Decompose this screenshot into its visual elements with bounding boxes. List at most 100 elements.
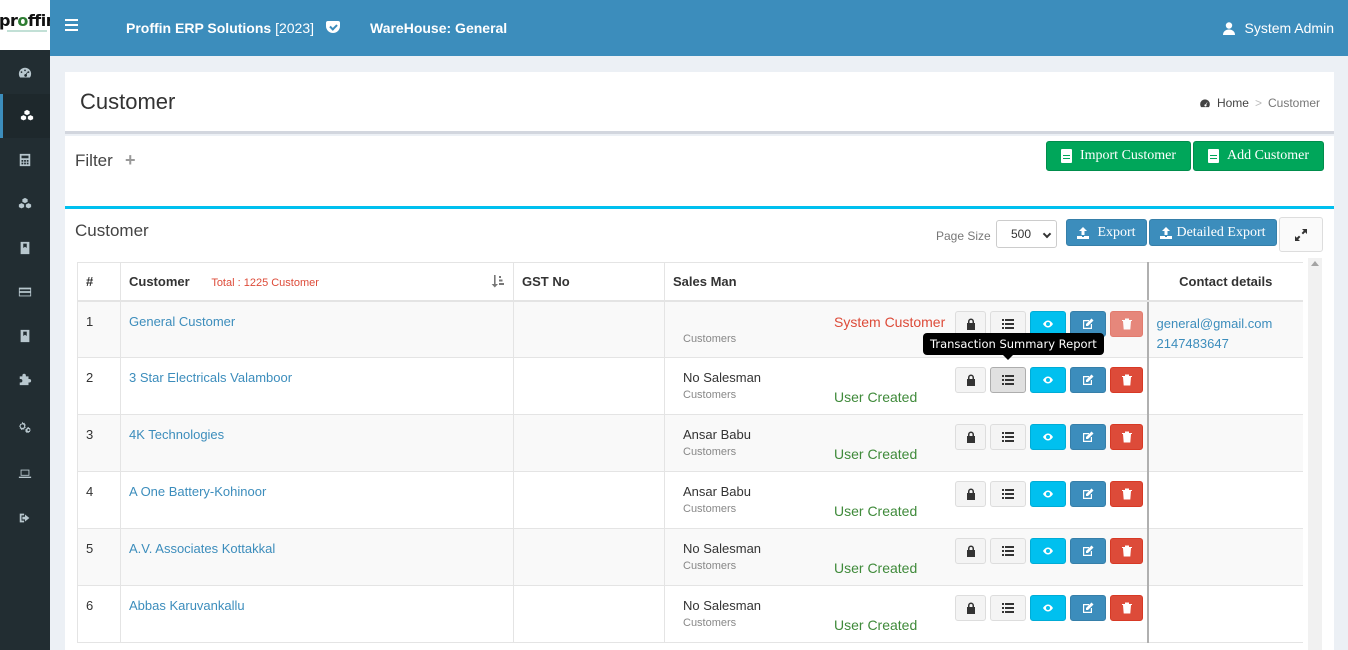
book-icon[interactable] (0, 226, 50, 270)
customer-name-link[interactable]: A.V. Associates Kottakkal (129, 541, 275, 556)
expand-icon (1295, 228, 1307, 241)
view-button[interactable] (1030, 367, 1066, 393)
view-button[interactable] (1030, 595, 1066, 621)
gst-cell (513, 585, 665, 643)
transaction-summary-button[interactable] (990, 424, 1026, 450)
upload-icon (1077, 226, 1090, 239)
filter-label[interactable]: Filter (75, 151, 113, 171)
puzzle-icon[interactable] (0, 357, 50, 401)
status-badge: User Created (834, 389, 918, 405)
row-num: 5 (77, 528, 121, 586)
contact-cell (1146, 357, 1303, 415)
tooltip: Transaction Summary Report (923, 333, 1104, 360)
top-navbar: Proffin ERP Solutions [2023] WareHouse: … (50, 0, 1348, 56)
cogs-icon[interactable] (0, 405, 50, 449)
transaction-summary-button[interactable] (990, 481, 1026, 507)
warehouse-dropdown-icon[interactable] (326, 21, 340, 33)
edit-button[interactable] (1070, 538, 1106, 564)
customer-name-link[interactable]: 4K Technologies (129, 427, 224, 442)
salesman-cell: No Salesman Customers User Created (664, 528, 1148, 586)
total-count: Total : 1225 Customer (211, 277, 319, 289)
header-customer[interactable]: Customer Total : 1225 Customer (120, 262, 514, 302)
logo-text: proffin (0, 11, 50, 30)
contact-cell (1146, 528, 1303, 586)
lock-icon (965, 431, 977, 443)
table-row: 6 Abbas Karuvankallu No Salesman Customers U… (77, 585, 1303, 643)
cubes-icon[interactable] (0, 94, 50, 138)
table-scrollbar[interactable] (1308, 258, 1322, 650)
credit-card-icon[interactable] (0, 270, 50, 314)
header-gst: GST No (513, 262, 665, 302)
status-badge: System Customer (834, 313, 946, 330)
row-actions (955, 481, 1143, 507)
delete-button[interactable] (1110, 595, 1143, 621)
gst-cell (513, 300, 665, 358)
view-button[interactable] (1030, 424, 1066, 450)
user-menu[interactable]: System Admin (1222, 20, 1334, 36)
sidebar: proffin (0, 0, 50, 650)
customer-name-link[interactable]: Abbas Karuvankallu (129, 598, 245, 613)
import-customer-button[interactable]: Import Customer (1046, 141, 1191, 171)
add-customer-button[interactable]: Add Customer (1193, 141, 1324, 171)
panel-title: Customer (75, 221, 149, 240)
customer-name-cell: 3 Star Electricals Valamboor (120, 357, 514, 415)
export-button[interactable]: Export (1066, 219, 1147, 246)
trash-icon (1121, 545, 1133, 557)
eye-icon (1042, 318, 1054, 330)
edit-button[interactable] (1070, 481, 1106, 507)
delete-button[interactable] (1110, 538, 1143, 564)
edit-button[interactable] (1070, 424, 1106, 450)
customer-name-link[interactable]: General Customer (129, 314, 235, 329)
lock-button[interactable] (955, 367, 986, 393)
user-name: System Admin (1244, 20, 1334, 36)
view-button[interactable] (1030, 481, 1066, 507)
menu-toggle-icon[interactable] (65, 19, 78, 31)
sign-out-icon[interactable] (0, 496, 50, 540)
gst-cell (513, 471, 665, 529)
delete-button[interactable] (1110, 481, 1143, 507)
transaction-summary-button[interactable] (990, 538, 1026, 564)
edit-icon (1082, 545, 1094, 557)
list-icon (1002, 602, 1014, 614)
status-badge: User Created (834, 560, 918, 576)
edit-icon (1082, 374, 1094, 386)
app-title: Proffin ERP Solutions [2023] (126, 20, 315, 36)
delete-button[interactable] (1110, 367, 1143, 393)
list-icon (1002, 374, 1014, 386)
delete-button[interactable] (1110, 310, 1143, 337)
scroll-up-icon[interactable] (1311, 261, 1319, 266)
laptop-icon[interactable] (0, 452, 50, 496)
lock-button[interactable] (955, 538, 986, 564)
cubes-icon[interactable] (0, 182, 50, 226)
list-icon (1002, 488, 1014, 500)
lock-button[interactable] (955, 595, 986, 621)
table-row: 2 3 Star Electricals Valamboor No Salesman… (77, 357, 1303, 415)
dashboard-icon[interactable] (0, 51, 50, 95)
lock-button[interactable] (955, 424, 986, 450)
row-num: 6 (77, 585, 121, 643)
transaction-summary-button[interactable] (990, 367, 1026, 393)
trash-icon (1121, 431, 1133, 443)
logo[interactable]: proffin (0, 0, 50, 50)
book-icon[interactable] (0, 314, 50, 358)
view-button[interactable] (1030, 538, 1066, 564)
lock-button[interactable] (955, 481, 986, 507)
calculator-icon[interactable] (0, 138, 50, 182)
fullscreen-button[interactable] (1279, 217, 1323, 252)
breadcrumb-home[interactable]: Home (1217, 96, 1249, 110)
row-num: 1 (77, 300, 121, 358)
customer-name-link[interactable]: 3 Star Electricals Valamboor (129, 370, 292, 385)
customer-name-link[interactable]: A One Battery-Kohinoor (129, 484, 266, 499)
transaction-summary-button[interactable] (990, 595, 1026, 621)
edit-button[interactable] (1070, 595, 1106, 621)
edit-button[interactable] (1070, 367, 1106, 393)
warehouse-label[interactable]: WareHouse: General (370, 20, 507, 36)
list-icon (1002, 318, 1014, 330)
page-size-select[interactable]: 500 (996, 220, 1057, 248)
edit-icon (1082, 488, 1094, 500)
filter-expand-icon[interactable]: + (125, 150, 136, 171)
delete-button[interactable] (1110, 424, 1143, 450)
detailed-export-button[interactable]: Detailed Export (1149, 219, 1277, 246)
sort-icon[interactable] (491, 274, 505, 288)
file-icon (1207, 149, 1219, 163)
